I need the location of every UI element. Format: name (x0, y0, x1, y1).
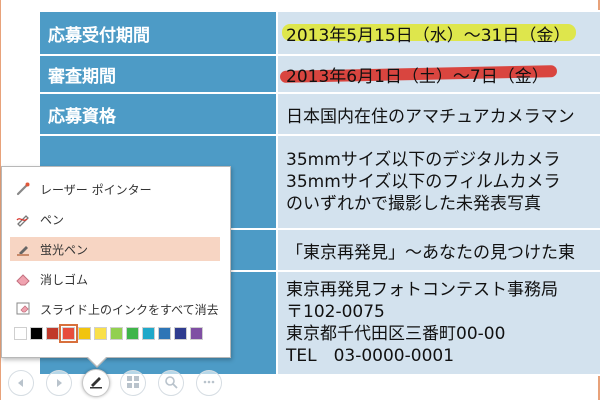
menu-item-label: 蛍光ペン (40, 242, 89, 257)
laser-pointer-icon (10, 181, 36, 197)
table-row: 応募資格 日本国内在住のアマチュアカメラマン (38, 92, 600, 136)
row-value-text: 2013年6月1日（土）～7日（金） (286, 66, 549, 87)
menu-item-label: レーザー ポインター (40, 182, 152, 197)
row-value: 「東京再発見」～あなたの見つけた東 (276, 228, 600, 272)
color-swatch[interactable] (142, 327, 155, 340)
more-options-button[interactable] (196, 370, 222, 396)
row-value: 2013年5月15日（水）～31日（金） (276, 10, 600, 56)
red-highlight-stroke: 2013年6月1日（土）～7日（金） (279, 62, 557, 87)
color-swatch[interactable] (14, 327, 27, 340)
value-line: TEL 03-0000-0001 (286, 346, 455, 366)
value-line: 東京都千代田区三番町00-00 (286, 324, 506, 344)
color-swatch[interactable] (94, 327, 107, 340)
row-value: 東京再発見フォトコンテスト事務局 〒102-0075 東京都千代田区三番町00-… (276, 270, 600, 376)
color-swatch[interactable] (78, 327, 91, 340)
menu-item-highlighter[interactable]: 蛍光ペン (10, 237, 220, 261)
ink-color-palette (14, 324, 203, 343)
menu-item-label: ペン (40, 212, 65, 227)
menu-item-label: 消しゴム (40, 272, 89, 287)
color-swatch[interactable] (158, 327, 171, 340)
slides-grid-icon (126, 374, 140, 393)
color-swatch[interactable] (190, 327, 203, 340)
slides-grid-button[interactable] (120, 370, 146, 396)
pen-tool-icon (88, 373, 104, 393)
value-line: のいずれかで撮影した未発表写真 (286, 194, 541, 214)
previous-icon (15, 374, 27, 393)
eraser-icon (10, 271, 36, 287)
previous-button[interactable] (8, 370, 34, 396)
more-options-icon (202, 374, 216, 393)
row-value: 35mmサイズ以下のデジタルカメラ 35mmサイズ以下のフィルムカメラ のいずれ… (276, 134, 600, 230)
table-row: 応募受付期間 2013年5月15日（水）～31日（金） (38, 10, 600, 56)
color-swatch[interactable] (59, 324, 78, 343)
yellow-highlight-stroke: 2013年5月15日（水）～31日（金） (282, 21, 577, 46)
menu-item-pen[interactable]: ペン (10, 207, 220, 231)
value-line: 東京再発見フォトコンテスト事務局 (286, 280, 558, 300)
menu-item-label: スライド上のインクをすべて消去 (40, 302, 219, 317)
value-line: 〒102-0075 (286, 302, 385, 322)
slideshow-toolbar (0, 368, 240, 400)
color-swatch[interactable] (110, 327, 123, 340)
value-line: 35mmサイズ以下のフィルムカメラ (286, 172, 561, 192)
row-value: 日本国内在住のアマチュアカメラマン (276, 92, 600, 136)
pen-tool-button[interactable] (82, 369, 110, 397)
menu-item-erase-all-ink[interactable]: スライド上のインクをすべて消去 (10, 297, 220, 321)
color-swatch[interactable] (30, 327, 43, 340)
color-swatch[interactable] (126, 327, 139, 340)
row-label: 応募受付期間 (38, 10, 278, 56)
row-label: 応募資格 (38, 92, 278, 136)
highlighter-icon (10, 241, 36, 257)
zoom-button[interactable] (158, 370, 184, 396)
value-line: 35mmサイズ以下のデジタルカメラ (286, 150, 561, 170)
table-row: 審査期間 2013年6月1日（土）～7日（金） (38, 54, 600, 94)
row-value: 2013年6月1日（土）～7日（金） (276, 54, 600, 94)
next-icon (53, 374, 65, 393)
menu-item-laser-pointer[interactable]: レーザー ポインター (10, 177, 220, 201)
pen-options-menu: レーザー ポインター ペン 蛍光ペン 消しゴム スライド上のインクをすべて消去 (1, 166, 231, 368)
pen-icon (10, 211, 36, 227)
menu-pointer (88, 357, 106, 366)
color-swatch[interactable] (46, 327, 59, 340)
menu-item-eraser[interactable]: 消しゴム (10, 267, 220, 291)
zoom-icon (164, 374, 178, 393)
color-swatch[interactable] (174, 327, 187, 340)
row-value-text: 2013年5月15日（水）～31日（金） (286, 25, 571, 46)
next-button[interactable] (46, 370, 72, 396)
row-label: 審査期間 (38, 54, 278, 94)
erase-all-ink-icon (10, 301, 36, 317)
